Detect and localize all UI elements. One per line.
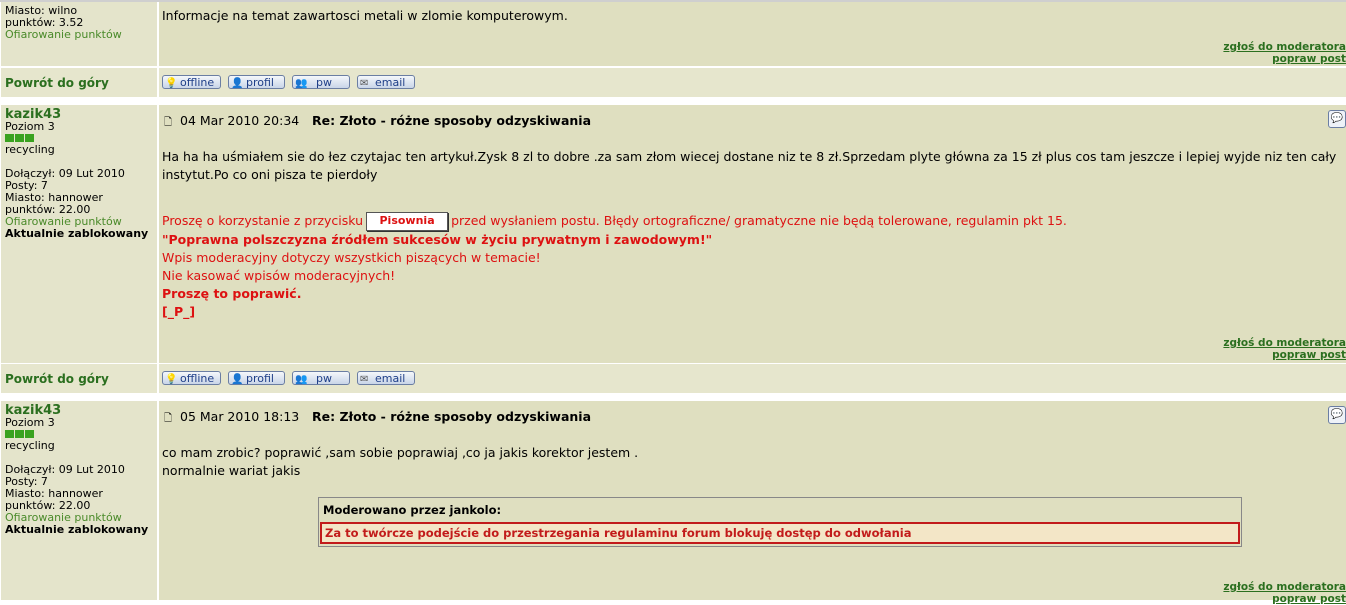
post-body-line-1: co mam zrobic? poprawić ,sam sobie popra… — [162, 445, 639, 460]
edit-post-link[interactable]: popraw post — [1272, 349, 1346, 361]
back-to-top-link[interactable]: Powrót do góry — [5, 372, 109, 386]
post-2-author-info: kazik43 Poziom 3 recycling Dołączył: 09 … — [1, 401, 157, 600]
pm-button[interactable]: 👥 pw — [292, 371, 350, 385]
post-icon: 🗋 — [164, 413, 173, 424]
back-cell: Powrót do góry — [1, 364, 157, 393]
pm-label: pw — [316, 76, 332, 89]
profile-button[interactable]: 👤 profil — [228, 75, 285, 89]
moderation-message: Za to twórcze podejście do przestrzegani… — [320, 522, 1240, 544]
lightbulb-icon: 💡 — [165, 374, 178, 385]
blocked-status: Aktualnie zablokowany — [5, 227, 149, 240]
quote-icon[interactable]: 💬 — [1328, 110, 1346, 128]
email-button[interactable]: ✉ email — [357, 371, 415, 385]
post-1-content: 🗋 04 Mar 2010 20:34 Re: Złoto - różne sp… — [159, 105, 1346, 363]
level-bar — [5, 134, 35, 142]
users-icon: 👥 — [295, 374, 308, 385]
user-group: recycling — [5, 439, 55, 452]
action-buttons: 💡 offline 👤 profil 👥 pw ✉ email — [159, 68, 1346, 97]
moderation-quote: "Poprawna polszczyzna źródłem sukcesów w… — [162, 232, 713, 247]
offline-button[interactable]: 💡 offline — [162, 371, 221, 385]
moderation-pre: Proszę o korzystanie z przycisku — [162, 213, 364, 228]
profile-button[interactable]: 👤 profil — [228, 371, 285, 385]
post-body-line-2: normalnie wariat jakis — [162, 463, 301, 478]
post-0-author-info: Miasto: wilno punktów: 3.52 Ofiarowanie … — [1, 2, 157, 66]
moderation-signature: [_P_] — [162, 304, 196, 319]
email-label: email — [375, 372, 406, 385]
email-button[interactable]: ✉ email — [357, 75, 415, 89]
moderation-line-4: Nie kasować wpisów moderacyjnych! — [162, 268, 396, 283]
offline-label: offline — [180, 372, 215, 385]
report-link[interactable]: zgłoś do moderatora — [1223, 337, 1346, 349]
spellcheck-button[interactable]: Pisownia — [366, 212, 449, 231]
moderation-post: przed wysłaniem postu. Błędy ortograficz… — [451, 213, 1067, 228]
profile-label: profil — [246, 76, 274, 89]
level-bar — [5, 430, 35, 438]
edit-post-link[interactable]: popraw post — [1272, 593, 1346, 605]
post-0-body: Informacje na temat zawartosci metali w … — [162, 8, 568, 23]
post-row-0: Miasto: wilno punktów: 3.52 Ofiarowanie … — [0, 2, 1346, 66]
post-date: 05 Mar 2010 18:13 — [180, 409, 300, 424]
offline-label: offline — [180, 76, 215, 89]
user-icon: 👤 — [231, 78, 244, 89]
post-subject: Re: Złoto - różne sposoby odzyskiwania — [312, 409, 592, 424]
report-link[interactable]: zgłoś do moderatora — [1223, 41, 1346, 53]
moderation-line-5: Proszę to poprawić. — [162, 286, 302, 301]
offline-button[interactable]: 💡 offline — [162, 75, 221, 89]
user-group: recycling — [5, 143, 55, 156]
post-1-author-info: kazik43 Poziom 3 recycling Dołączył: 09 … — [1, 105, 157, 363]
user-level: Poziom 3 — [5, 120, 55, 133]
pm-button[interactable]: 👥 pw — [292, 75, 350, 89]
moderation-header: Moderowano przez jankolo: — [323, 503, 502, 517]
pm-label: pw — [316, 372, 332, 385]
post-body-line-2: instytut.Po co oni pisza te pierdoły — [162, 167, 378, 182]
blocked-status: Aktualnie zablokowany — [5, 523, 149, 536]
email-label: email — [375, 76, 406, 89]
action-buttons: 💡 offline 👤 profil 👥 pw ✉ email — [159, 364, 1346, 393]
moderation-line-3: Wpis moderacyjny dotyczy wszystkich pisz… — [162, 250, 541, 265]
quote-icon[interactable]: 💬 — [1328, 406, 1346, 424]
edit-post-link[interactable]: popraw post — [1272, 53, 1346, 65]
moderation-text: Za to twórcze podejście do przestrzegani… — [325, 526, 912, 540]
profile-label: profil — [246, 372, 274, 385]
envelope-icon: ✉ — [360, 78, 369, 89]
post-date: 04 Mar 2010 20:34 — [180, 113, 300, 128]
offer-points-link[interactable]: Ofiarowanie punktów — [5, 29, 157, 41]
post-footer-bar-1: Powrót do góry 💡 offline 👤 profil 👥 pw ✉ ema… — [0, 364, 1346, 393]
moderation-line-1: Proszę o korzystanie z przycisku Pisownia… — [162, 212, 1067, 231]
user-icon: 👤 — [231, 374, 244, 385]
back-to-top-link[interactable]: Powrót do góry — [5, 76, 109, 90]
moderation-box: Moderowano przez jankolo: Za to twórcze … — [318, 497, 1242, 547]
users-icon: 👥 — [295, 78, 308, 89]
lightbulb-icon: 💡 — [165, 78, 178, 89]
post-0-content: Informacje na temat zawartosci metali w … — [159, 2, 1346, 66]
post-subject: Re: Złoto - różne sposoby odzyskiwania — [312, 113, 592, 128]
post-row-1: kazik43 Poziom 3 recycling Dołączył: 09 … — [0, 105, 1346, 363]
back-cell: Powrót do góry — [1, 68, 157, 97]
post-icon: 🗋 — [164, 117, 173, 128]
post-body-line-1: Ha ha ha uśmiałem sie do łez czytajac te… — [162, 149, 1337, 164]
user-level: Poziom 3 — [5, 416, 55, 429]
envelope-icon: ✉ — [360, 374, 369, 385]
post-footer-bar-0: Powrót do góry 💡 offline 👤 profil 👥 pw ✉ ema… — [0, 68, 1346, 97]
report-link[interactable]: zgłoś do moderatora — [1223, 581, 1346, 593]
